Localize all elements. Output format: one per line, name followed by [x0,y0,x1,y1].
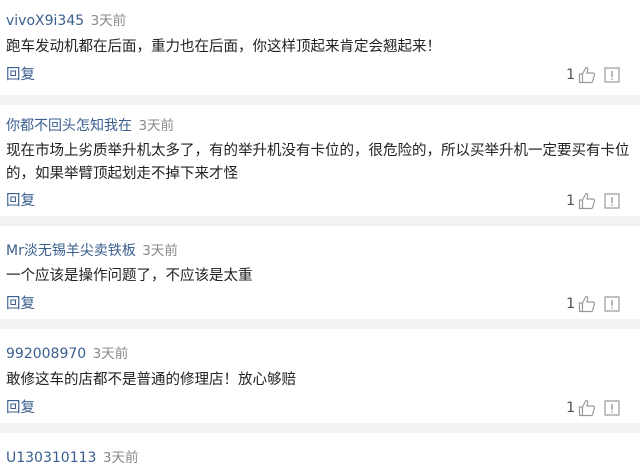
comment-username[interactable]: 你都不回头怎知我在 [6,118,132,134]
comment-username[interactable]: 992008970 [6,346,86,362]
reply-button[interactable]: 回复 [6,397,35,419]
like-count: 1 [566,400,576,416]
comment-item: Mr淡无锡羊尖卖铁板 3天前 一个应该是操作问题了，不应该是太重 回复 1 [0,226,640,329]
comment-time: 3天前 [142,243,178,259]
comment-text-line: 跑车发动机都在后面，重力也在后面，你这样顶起来肯定会翘起来！ [6,39,441,55]
comment-item: 992008970 3天前 敢修这车的店都不是普通的修理店！放心够赔 回复 1 [0,329,640,433]
comment-username[interactable]: Mr淡无锡羊尖卖铁板 [6,243,136,259]
comment-username[interactable]: U130310113 [6,450,96,466]
comment-actions: 回复 1 [0,397,640,419]
reply-button[interactable]: 回复 [6,293,35,315]
comment-text-line: 敢修这车的店都不是普通的修理店！放心够赔 [6,372,296,388]
like-count: 1 [566,296,576,312]
report-icon[interactable] [604,67,620,83]
thumbs-up-icon[interactable] [578,192,596,210]
comment-item: 你都不回头怎知我在 3天前 现在市场上劣质举升机太多了，有的举升机没有卡位的，很… [0,105,640,226]
thumbs-up-icon[interactable] [578,295,596,313]
report-icon[interactable] [604,400,620,416]
comment-time: 3天前 [138,118,175,134]
comment-text: 敢修这车的店都不是普通的修理店！放心够赔 [6,369,634,392]
reply-button[interactable]: 回复 [6,64,35,86]
comment-text-line: 一个应该是操作问题了，不应该是太重 [6,268,253,284]
divider [0,95,640,105]
like-count: 1 [566,67,576,83]
report-icon[interactable] [604,193,620,209]
comment-meta: Mr淡无锡羊尖卖铁板 3天前 [6,240,178,262]
reply-button[interactable]: 回复 [6,190,35,212]
report-icon[interactable] [604,296,620,312]
divider [0,216,640,226]
comment-actions: 回复 1 [0,64,640,86]
divider [0,423,640,433]
comment-item: vivoX9i345 3天前 跑车发动机都在后面，重力也在后面，你这样顶起来肯定… [0,0,640,105]
comment-time: 3天前 [92,346,129,362]
comment-text: 跑车发动机都在后面，重力也在后面，你这样顶起来肯定会翘起来！ [6,36,634,59]
thumbs-up-icon[interactable] [578,66,596,84]
comment-list: vivoX9i345 3天前 跑车发动机都在后面，重力也在后面，你这样顶起来肯定… [0,0,640,473]
comment-text-line: 的，如果举臂顶起划走不掉下来才怪 [6,166,238,182]
comment-text: 一个应该是操作问题了，不应该是太重 [6,265,634,288]
comment-item: U130310113 3天前 [0,433,640,473]
comment-text: 现在市场上劣质举升机太多了，有的举升机没有卡位的，很危险的，所以买举升机一定要买… [6,140,634,186]
comment-actions: 回复 1 [0,190,640,212]
comment-meta: U130310113 3天前 [6,447,138,469]
like-count: 1 [566,193,576,209]
comment-meta: 你都不回头怎知我在 3天前 [6,115,174,137]
comment-meta: 992008970 3天前 [6,343,128,365]
thumbs-up-icon[interactable] [578,399,596,417]
comment-meta: vivoX9i345 3天前 [6,10,126,32]
comment-time: 3天前 [102,450,139,466]
comment-username[interactable]: vivoX9i345 [6,13,84,29]
divider [0,319,640,329]
comment-time: 3天前 [90,13,127,29]
comment-text-line: 现在市场上劣质举升机太多了，有的举升机没有卡位的，很危险的，所以买举升机一定要买… [6,143,630,159]
comment-actions: 回复 1 [0,293,640,315]
